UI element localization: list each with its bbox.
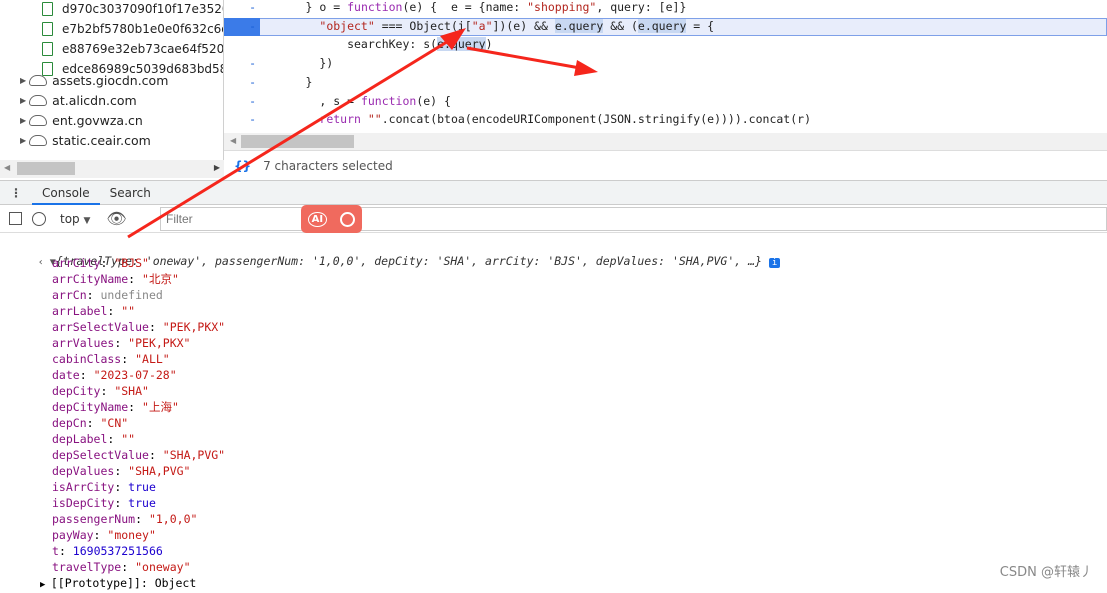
arrow-line-1 [127,38,451,239]
annotation-arrows [127,28,598,239]
arrowhead-2 [574,60,598,76]
arrow-line-2 [466,46,581,70]
arrowhead-1 [440,28,466,50]
